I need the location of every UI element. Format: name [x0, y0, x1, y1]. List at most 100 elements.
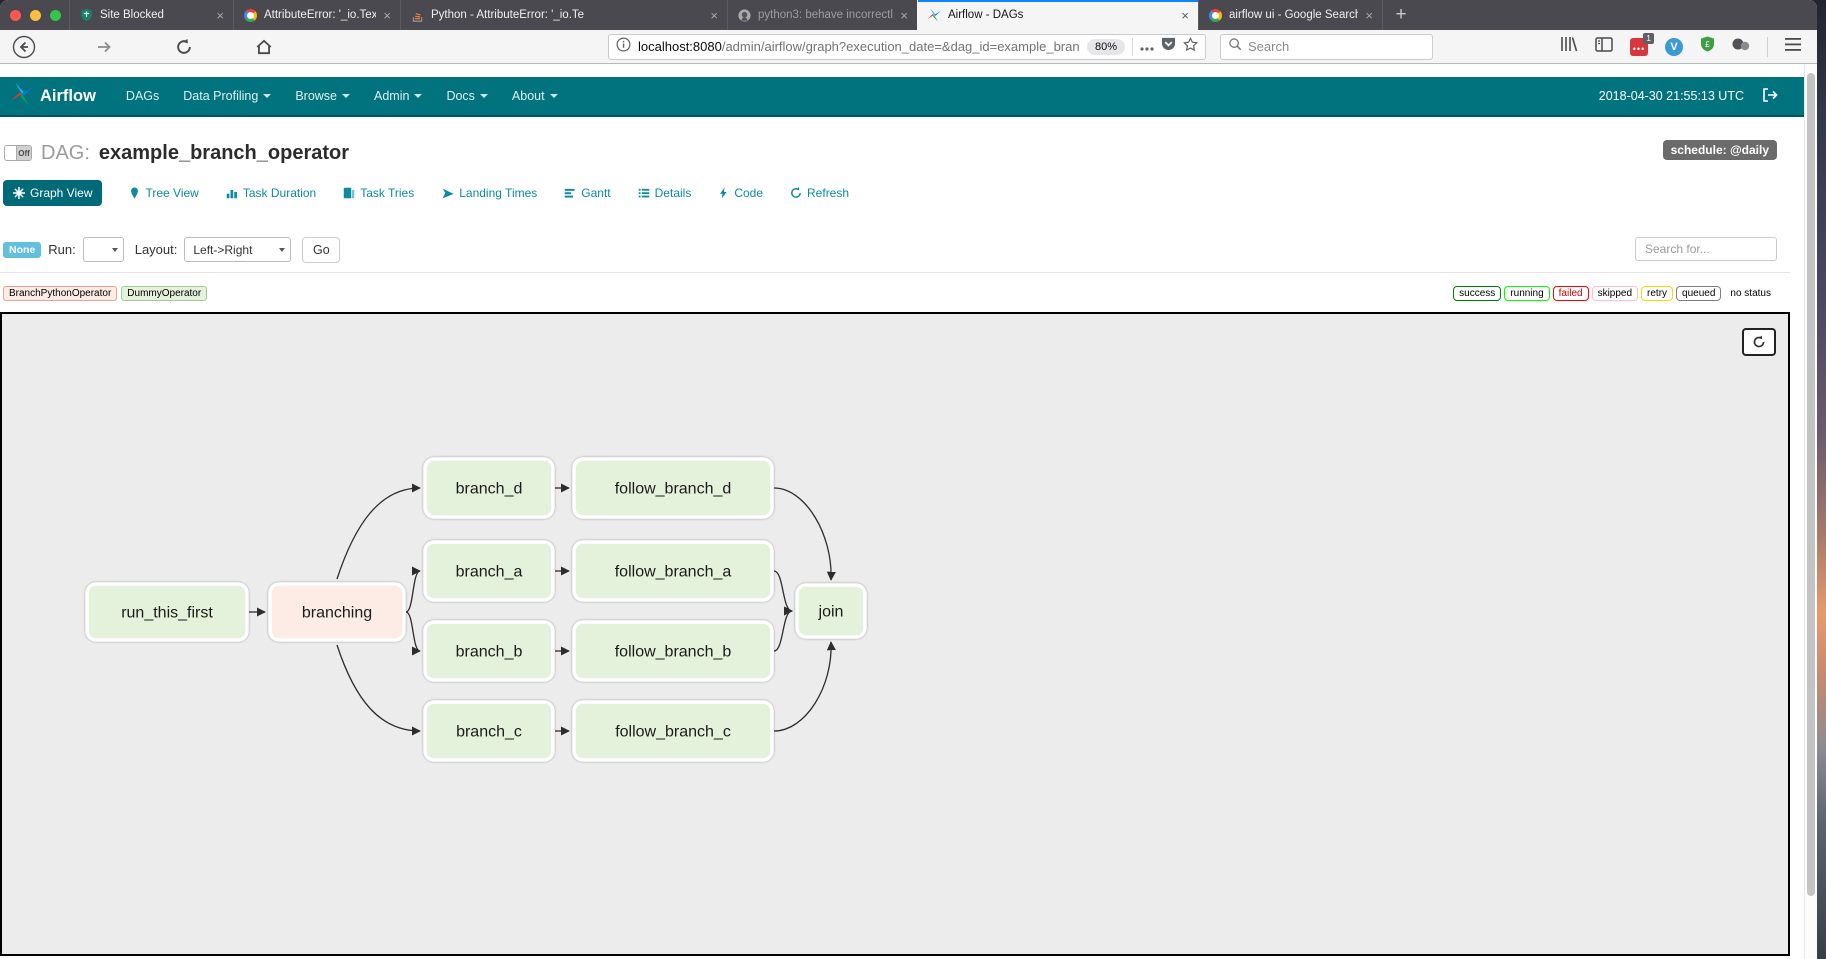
page-scrollbar[interactable] — [1804, 64, 1817, 959]
view-tab-gantt[interactable]: Gantt — [564, 186, 610, 200]
tab-title: Site Blocked — [100, 9, 209, 21]
tab-title: Python - AttributeError: '_io.Te — [431, 9, 703, 21]
navbar-item-about[interactable]: About — [500, 76, 570, 116]
navbar-item-data-profiling[interactable]: Data Profiling — [171, 76, 283, 116]
browser-tab[interactable]: AttributeError: '_io.TextIOWrapp× — [233, 0, 400, 30]
layout-label: Layout: — [135, 242, 178, 257]
airflow-logo-icon — [10, 82, 34, 111]
dag-node-branching[interactable]: branching — [270, 584, 404, 640]
browser-tab[interactable]: python3: behave incorrectly mo× — [727, 0, 917, 30]
view-tab-tree-view[interactable]: Tree View — [129, 186, 198, 200]
tab-close-icon[interactable]: × — [383, 8, 391, 23]
view-tab-task-tries[interactable]: Task Tries — [343, 186, 414, 200]
navbar-item-docs[interactable]: Docs — [434, 76, 499, 116]
view-tab-refresh[interactable]: Refresh — [790, 186, 849, 200]
url-separator — [1132, 38, 1133, 56]
reload-icon[interactable] — [170, 33, 198, 61]
view-tab-graph-view[interactable]: Graph View — [3, 180, 102, 206]
sidebar-toggle-icon[interactable] — [1595, 37, 1613, 57]
dag-edge — [774, 642, 831, 731]
pocket-icon[interactable] — [1161, 37, 1176, 56]
status-legend-badge: no status — [1724, 286, 1777, 301]
tab-close-icon[interactable]: × — [710, 8, 718, 23]
operator-legend-badge: BranchPythonOperator — [3, 286, 117, 301]
dag-graph-container: run_this_first branching branch_d branch_ab… — [0, 312, 1790, 956]
search-icon — [1228, 37, 1242, 56]
dag-node-branch_b[interactable]: branch_b — [425, 622, 553, 680]
tab-close-icon[interactable]: × — [1365, 8, 1373, 23]
scrollbar-thumb[interactable] — [1807, 73, 1815, 896]
go-button[interactable]: Go — [302, 237, 340, 263]
new-tab-button[interactable]: + — [1383, 0, 1419, 30]
dag-edge — [406, 612, 420, 651]
page-content: Airflow DAGsData ProfilingBrowseAdminDoc… — [0, 64, 1817, 959]
v-extension-icon[interactable]: V — [1665, 38, 1683, 56]
logout-icon[interactable] — [1762, 88, 1778, 105]
back-icon[interactable] — [10, 33, 38, 61]
dag-pause-toggle[interactable]: Off — [4, 145, 32, 161]
page-actions-icon[interactable] — [1140, 38, 1154, 56]
navbar-item-admin[interactable]: Admin — [362, 76, 434, 116]
browser-window: Site Blocked×AttributeError: '_io.TextIO… — [0, 0, 1817, 959]
dag-node-follow_branch_b[interactable]: follow_branch_b — [574, 622, 772, 680]
toggle-state-label: Off — [17, 146, 31, 160]
url-bar[interactable]: localhost:8080/admin/airflow/graph?execu… — [608, 34, 1206, 60]
task-search-input[interactable] — [1635, 237, 1777, 261]
stackoverflow-favicon — [410, 8, 424, 22]
dag-node-follow_branch_d[interactable]: follow_branch_d — [574, 459, 772, 517]
dag-node-run_this_first[interactable]: run_this_first — [87, 584, 247, 640]
dag-node-join[interactable]: join — [797, 585, 865, 637]
forward-icon[interactable] — [90, 33, 118, 61]
proxy-extension-icon[interactable] — [1732, 37, 1750, 56]
github-favicon — [737, 8, 751, 22]
hamburger-menu-icon[interactable] — [1785, 38, 1801, 56]
status-legend-badge: failed — [1553, 286, 1589, 301]
dag-node-branch_d[interactable]: branch_d — [425, 459, 553, 517]
url-domain: localhost:8080 — [638, 39, 722, 54]
nav-buttons — [10, 33, 278, 61]
status-legend: successrunningfailedskippedretryqueuedno… — [1453, 286, 1777, 301]
bookmark-star-icon[interactable] — [1183, 37, 1198, 57]
browser-tab[interactable]: airflow ui - Google Search× — [1198, 0, 1383, 30]
window-minimize-button[interactable] — [30, 10, 41, 21]
graph-refresh-button[interactable] — [1742, 328, 1776, 356]
browser-tab[interactable]: Python - AttributeError: '_io.Te × — [400, 0, 727, 30]
home-icon[interactable] — [250, 33, 278, 61]
dag-node-branch_a[interactable]: branch_a — [425, 542, 553, 600]
dag-header: Off DAG: example_branch_operator schedul… — [0, 136, 1804, 170]
airflow-brand[interactable]: Airflow — [10, 82, 96, 111]
svg-text:£: £ — [1705, 39, 1710, 49]
gantt-icon — [564, 187, 576, 199]
tab-close-icon[interactable]: × — [216, 8, 224, 23]
dag-node-branch_c[interactable]: branch_c — [425, 702, 553, 760]
view-tab-code[interactable]: Code — [718, 186, 763, 200]
shield-extension-icon[interactable]: £ — [1700, 36, 1715, 57]
view-tabs: Graph View Tree View Task Duration Task Tri… — [0, 178, 849, 208]
tab-close-icon[interactable]: × — [1181, 8, 1189, 23]
dag-node-follow_branch_a[interactable]: follow_branch_a — [574, 542, 772, 600]
url-text[interactable]: localhost:8080/admin/airflow/graph?execu… — [638, 39, 1080, 54]
view-tab-landing-times[interactable]: Landing Times — [441, 186, 537, 200]
layout-select[interactable]: Left->Right — [184, 237, 291, 262]
dag-title: example_branch_operator — [99, 142, 349, 165]
tree-view-icon — [129, 187, 140, 199]
browser-search-bar[interactable] — [1220, 34, 1433, 60]
browser-search-input[interactable] — [1248, 39, 1425, 54]
toolbar-separator — [1767, 37, 1768, 57]
tab-close-icon[interactable]: × — [900, 8, 908, 23]
browser-tab[interactable]: Site Blocked × — [69, 0, 233, 30]
navbar-item-browse[interactable]: Browse — [283, 76, 362, 116]
adblock-extension-icon[interactable]: •••1 — [1630, 38, 1648, 56]
dag-node-follow_branch_c[interactable]: follow_branch_c — [574, 702, 772, 760]
view-tab-details[interactable]: Details — [638, 186, 692, 200]
browser-tab[interactable]: Airflow - DAGs× — [917, 0, 1198, 30]
view-tab-task-duration[interactable]: Task Duration — [226, 186, 316, 200]
info-icon[interactable] — [616, 37, 631, 57]
library-icon[interactable] — [1560, 36, 1578, 57]
tab-strip: Site Blocked×AttributeError: '_io.TextIO… — [69, 0, 1383, 30]
navbar-item-dags[interactable]: DAGs — [114, 76, 171, 116]
run-select[interactable] — [83, 237, 124, 262]
window-close-button[interactable] — [10, 10, 21, 21]
window-zoom-button[interactable] — [50, 10, 61, 21]
zoom-level-badge[interactable]: 80% — [1087, 39, 1125, 55]
